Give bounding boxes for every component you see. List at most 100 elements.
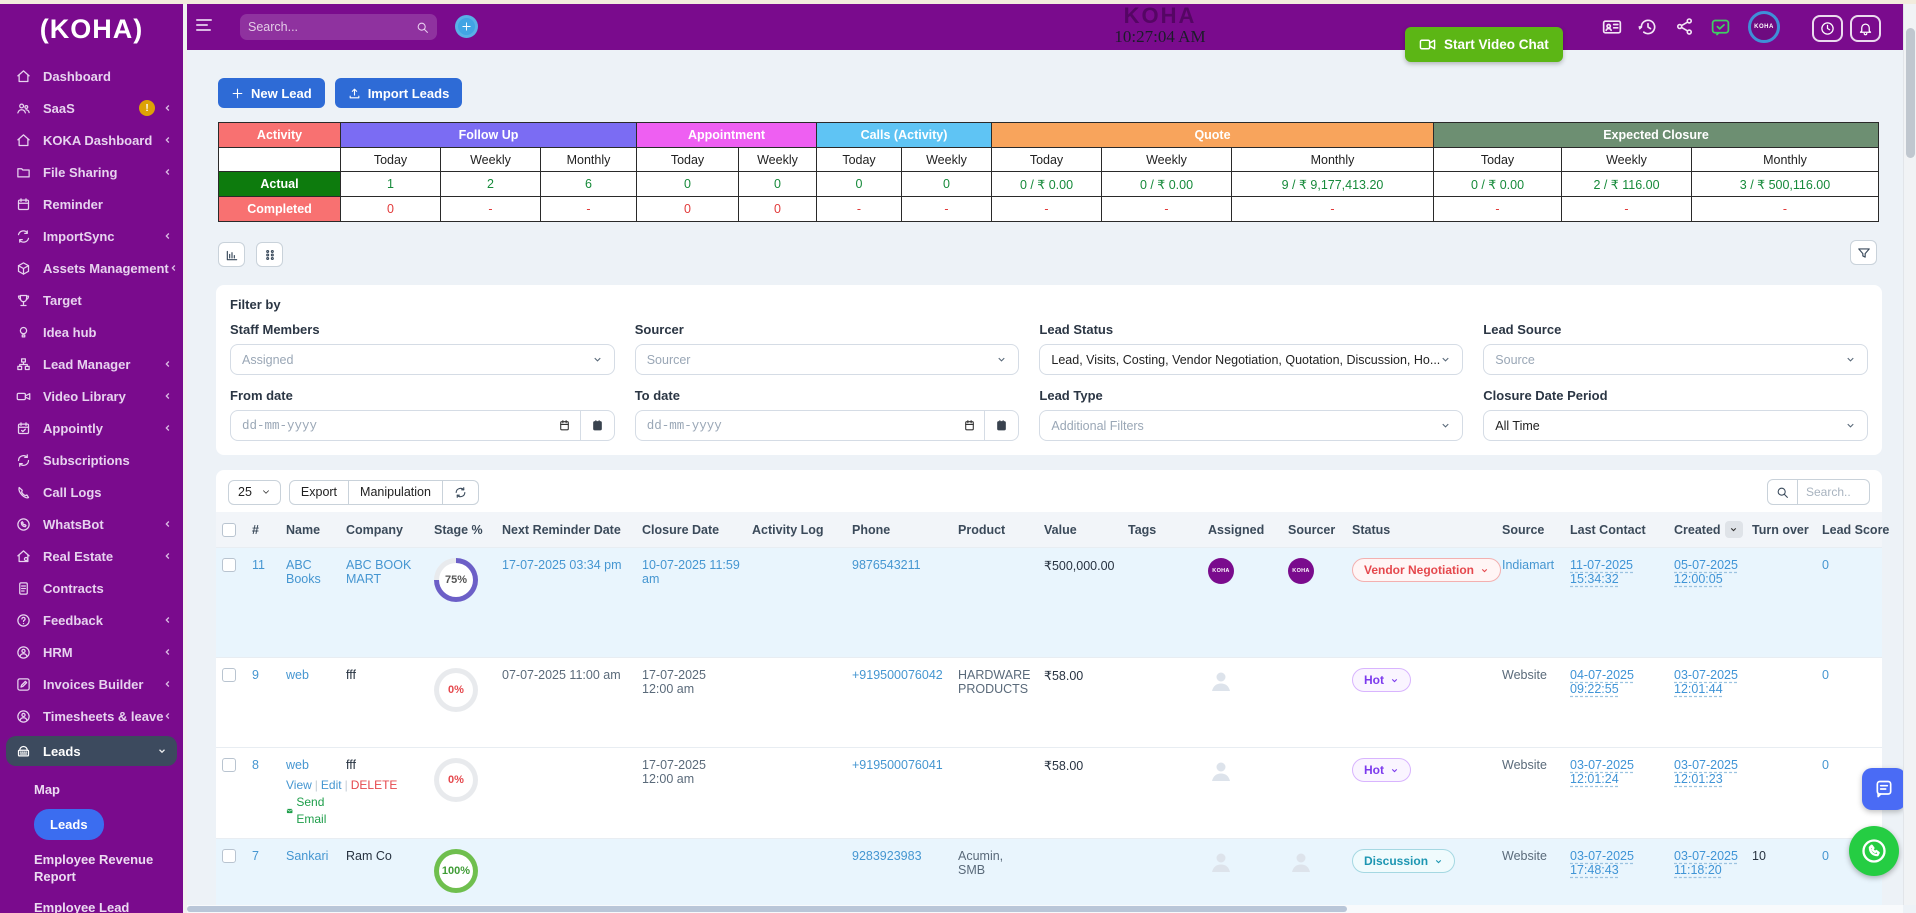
filter-select[interactable]: Additional Filters [1039,410,1464,441]
lead-id-link[interactable]: 7 [252,849,259,863]
submenu-item-employee-lead-report[interactable]: Employee Lead Report [34,892,154,913]
assigned-avatar[interactable] [1208,849,1234,875]
last-contact-cell[interactable]: 03-07-2025 17:48:43 [1570,849,1634,877]
clock-button[interactable] [1812,15,1843,42]
sidebar-item-invoices-builder[interactable]: Invoices Builder [0,668,183,700]
calendar-picker-button[interactable] [579,411,614,440]
horizontal-scrollbar-thumb[interactable] [187,906,1347,912]
lead-name-link[interactable]: web [286,758,309,772]
row-checkbox[interactable] [222,758,236,772]
created-cell[interactable]: 03-07-2025 11:18:20 [1674,849,1738,877]
sidebar-item-idea-hub[interactable]: Idea hub [0,316,183,348]
sourcer-avatar[interactable]: KOHA [1288,558,1314,584]
sidebar-item-lead-manager[interactable]: Lead Manager [0,348,183,380]
row-checkbox[interactable] [222,849,236,863]
floating-whatsapp-button[interactable] [1849,826,1899,876]
calendar-icon[interactable] [954,419,984,432]
import-leads-button[interactable]: Import Leads [334,78,463,108]
filter-select[interactable]: Sourcer [634,344,1020,375]
notifications-button[interactable] [1850,15,1881,42]
assigned-avatar[interactable] [1208,668,1234,694]
column-header[interactable]: Phone [846,512,952,548]
column-header[interactable]: Product [952,512,1038,548]
column-header[interactable]: # [246,512,280,548]
status-pill[interactable]: Discussion [1352,849,1456,873]
sidebar-item-assets-management[interactable]: Assets Management [0,252,183,284]
status-pill[interactable]: Vendor Negotiation [1352,558,1502,582]
status-pill[interactable]: Hot [1352,758,1411,782]
phone-link[interactable]: +919500076041 [852,758,943,772]
created-cell[interactable]: 03-07-2025 12:01:23 [1674,758,1738,786]
column-header[interactable]: Source [1496,512,1564,548]
last-contact-cell[interactable]: 11-07-2025 15:34:32 [1570,558,1633,586]
start-video-chat-button[interactable]: Start Video Chat [1405,27,1563,62]
table-search-input[interactable] [1798,479,1870,505]
last-contact-cell[interactable]: 04-07-2025 09:22:55 [1570,668,1634,696]
column-header[interactable]: Closure Date [636,512,746,548]
submenu-item-employee-revenue-report[interactable]: Employee Revenue Report [34,844,154,892]
quick-add-button[interactable] [455,15,478,38]
sidebar-group-leads[interactable]: Leads [6,736,177,766]
filter-select[interactable]: All Time [1483,410,1868,441]
column-header[interactable]: Activity Log [746,512,846,548]
filter-select[interactable]: Assigned [230,344,615,375]
sidebar-item-importsync[interactable]: ImportSync [0,220,183,252]
floating-chat-button[interactable] [1862,768,1906,810]
vertical-scrollbar-thumb[interactable] [1906,28,1915,158]
sidebar-item-appointly[interactable]: Appointly [0,412,183,444]
delete-link[interactable]: DELETE [351,778,398,792]
status-pill[interactable]: Hot [1352,668,1411,692]
lead-id-link[interactable]: 11 [252,558,265,572]
filter-toggle-button[interactable] [1850,240,1877,265]
send-email-link[interactable]: Send Email [286,794,334,828]
sidebar-item-hrm[interactable]: HRM [0,636,183,668]
column-header[interactable]: Sourcer [1282,512,1346,548]
column-header[interactable]: Lead Score [1816,512,1889,548]
sidebar-item-timesheets-leave[interactable]: Timesheets & leave [0,700,183,732]
lead-name-link[interactable]: Sankari [286,849,328,863]
sort-button[interactable] [1724,521,1743,538]
contact-card-icon[interactable] [1602,17,1624,39]
submenu-item-leads[interactable]: Leads [34,809,104,840]
sidebar-item-whatsbot[interactable]: WhatsBot [0,508,183,540]
calendar-picker-button[interactable] [984,411,1018,440]
assigned-avatar[interactable]: KOHA [1208,558,1234,584]
user-avatar[interactable]: KOHA [1748,11,1780,43]
sidebar-item-contracts[interactable]: Contracts [0,572,183,604]
lead-id-link[interactable]: 9 [252,668,259,682]
column-header[interactable]: Company [340,512,428,548]
sidebar-item-real-estate[interactable]: Real Estate [0,540,183,572]
lead-name-link[interactable]: ABC Books [286,558,321,586]
table-search-button[interactable] [1767,479,1798,505]
sidebar-item-saas[interactable]: SaaS! [0,92,183,124]
history-icon[interactable] [1638,17,1660,39]
assigned-avatar[interactable] [1208,758,1234,784]
created-cell[interactable]: 03-07-2025 12:01:44 [1674,668,1738,696]
lead-name-link[interactable]: web [286,668,309,682]
hamburger-menu-icon[interactable] [196,19,214,33]
sidebar-scrollbar[interactable] [183,4,187,913]
column-header[interactable]: Turn over [1746,512,1816,548]
column-header[interactable]: Value [1038,512,1122,548]
column-header[interactable]: Assigned [1202,512,1282,548]
submenu-item-map[interactable]: Map [34,774,154,805]
sidebar-item-video-library[interactable]: Video Library [0,380,183,412]
sidebar-item-koka-dashboard[interactable]: KOKA Dashboard [0,124,183,156]
view-link[interactable]: View [286,778,312,792]
sidebar-item-target[interactable]: Target [0,284,183,316]
row-checkbox[interactable] [222,668,236,682]
grid-view-button[interactable] [256,242,283,267]
horizontal-scrollbar[interactable] [187,905,1903,913]
source-cell[interactable]: Indiamart [1502,558,1554,572]
sidebar-item-file-sharing[interactable]: File Sharing [0,156,183,188]
created-cell[interactable]: 05-07-2025 12:00:05 [1674,558,1738,586]
column-header[interactable]: Tags [1122,512,1202,548]
new-lead-button[interactable]: New Lead [218,78,325,108]
filter-date-input[interactable]: dd-mm-yyyy [634,410,1020,441]
phone-link[interactable]: 9283923983 [852,849,922,863]
column-header[interactable]: Last Contact [1564,512,1668,548]
row-checkbox[interactable] [222,558,236,572]
message-check-icon[interactable] [1710,17,1732,39]
sidebar-item-dashboard[interactable]: Dashboard [0,60,183,92]
sidebar-item-reminder[interactable]: Reminder [0,188,183,220]
